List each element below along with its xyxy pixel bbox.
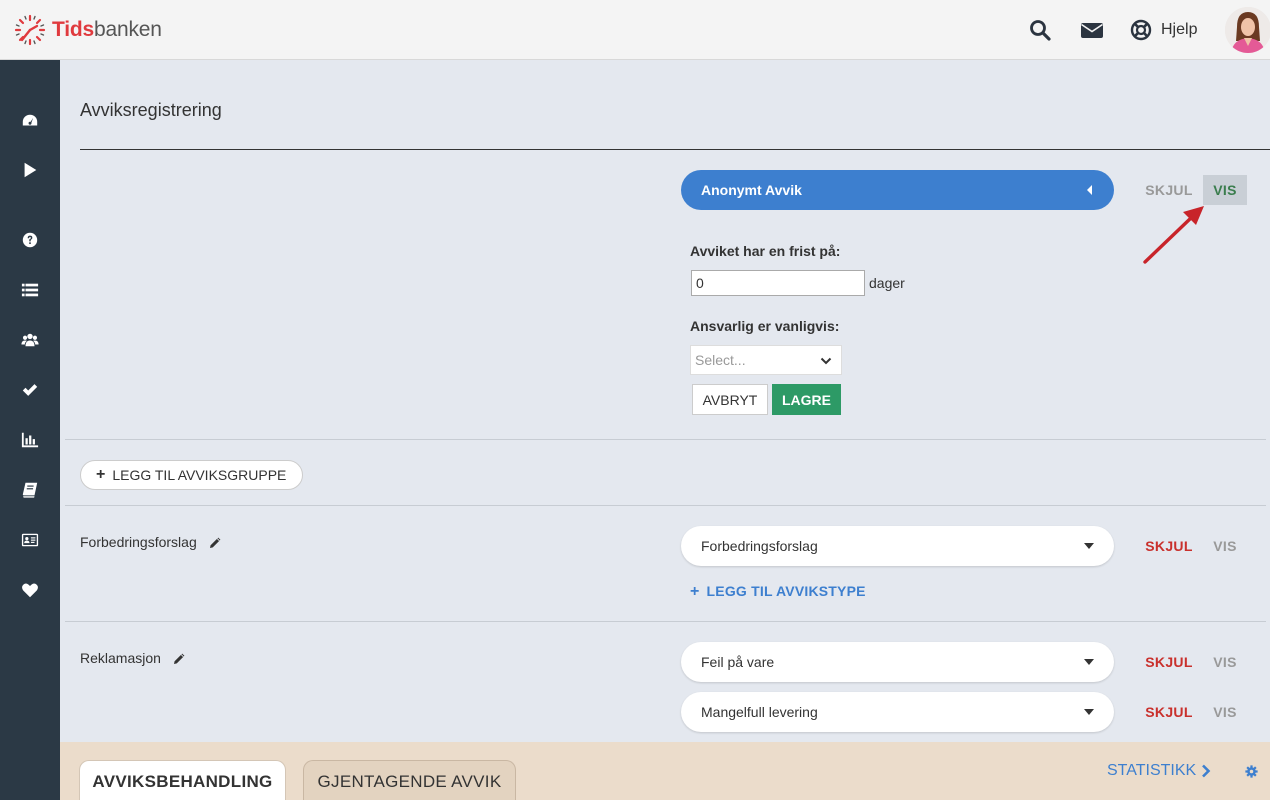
group-name-label: Forbedringsforslag	[80, 534, 197, 550]
avatar[interactable]	[1225, 7, 1270, 53]
deadline-days-input[interactable]	[691, 270, 865, 296]
statistics-label: STATISTIKK	[1107, 762, 1197, 779]
hide-button[interactable]: SKJUL	[1144, 697, 1194, 727]
check-icon[interactable]	[20, 380, 40, 400]
help-link[interactable]: Hjelp	[1130, 18, 1197, 42]
heart-icon[interactable]	[20, 580, 40, 600]
help-label: Hjelp	[1161, 21, 1198, 38]
logo-clock-icon	[14, 14, 46, 46]
tab-recurring-deviations[interactable]: GJENTAGENDE AVVIK	[303, 760, 516, 800]
deviation-type-label: Forbedringsforslag	[701, 538, 818, 554]
caret-down-icon	[1084, 659, 1094, 665]
add-group-label: LEGG TIL AVVIKSGRUPPE	[112, 467, 287, 483]
cancel-button[interactable]: AVBRYT	[692, 384, 768, 415]
show-button[interactable]: VIS	[1203, 647, 1247, 677]
caret-down-icon	[1084, 543, 1094, 549]
section-divider	[65, 621, 1266, 622]
caret-left-icon	[1087, 185, 1092, 195]
title-divider	[80, 149, 1270, 150]
dashboard-icon[interactable]	[20, 111, 40, 131]
hide-button[interactable]: SKJUL	[1144, 647, 1194, 677]
annotation-arrow	[1143, 206, 1204, 264]
plus-icon: +	[690, 583, 700, 600]
caret-down-icon	[1084, 709, 1094, 715]
add-type-link[interactable]: + LEGG TIL AVVIKSTYPE	[690, 583, 866, 601]
deviation-type-dropdown[interactable]: Forbedringsforslag	[681, 526, 1114, 566]
show-button[interactable]: VIS	[1203, 531, 1247, 561]
section-divider	[65, 505, 1266, 506]
anonymous-hide-button[interactable]: SKJUL	[1144, 175, 1194, 205]
anonymous-deviation-label: Anonymt Avvik	[701, 182, 802, 198]
search-icon[interactable]	[1028, 18, 1052, 42]
deviation-type-dropdown[interactable]: Feil på vare	[681, 642, 1114, 682]
users-icon[interactable]	[20, 330, 40, 350]
pencil-icon[interactable]	[209, 536, 222, 549]
top-header: Tidsbanken Hjelp	[0, 0, 1270, 60]
id-card-icon[interactable]	[20, 530, 40, 550]
group-name: Forbedringsforslag	[80, 534, 222, 550]
pencil-icon[interactable]	[173, 652, 186, 665]
brand-name: Tidsbanken	[52, 18, 162, 42]
brand-name-part1: Tids	[52, 18, 94, 41]
plus-icon: +	[96, 466, 106, 483]
statistics-link[interactable]: STATISTIKK	[1107, 762, 1211, 780]
lifebuoy-icon	[1130, 19, 1152, 41]
book-icon[interactable]	[20, 480, 40, 500]
responsible-select[interactable]: Select...	[690, 345, 842, 375]
deadline-unit: dager	[869, 275, 905, 291]
bar-chart-icon[interactable]	[20, 430, 40, 450]
deviation-type-label: Feil på vare	[701, 654, 775, 670]
chevron-down-icon	[820, 357, 832, 365]
deviation-type-dropdown[interactable]: Mangelfull levering	[681, 692, 1114, 732]
responsible-label: Ansvarlig er vanligvis:	[690, 318, 840, 334]
brand-logo[interactable]: Tidsbanken	[14, 14, 162, 46]
group-name: Reklamasjon	[80, 650, 186, 666]
main-content: Avviksregistrering Anonymt Avvik SKJUL V…	[60, 60, 1270, 742]
mail-icon[interactable]	[1080, 18, 1104, 42]
deviation-type-label: Mangelfull levering	[701, 704, 818, 720]
page-title: Avviksregistrering	[80, 100, 222, 120]
section-divider	[65, 439, 1266, 440]
show-button[interactable]: VIS	[1203, 697, 1247, 727]
save-button[interactable]: LAGRE	[772, 384, 841, 415]
sidebar	[0, 60, 60, 800]
hide-button[interactable]: SKJUL	[1144, 531, 1194, 561]
responsible-select-placeholder: Select...	[695, 352, 746, 368]
group-name-label: Reklamasjon	[80, 650, 161, 666]
question-icon[interactable]	[20, 230, 40, 250]
brand-name-part2: banken	[94, 18, 162, 41]
bottom-tab-bar: AVVIKSBEHANDLING GJENTAGENDE AVVIK STATI…	[60, 742, 1270, 800]
deadline-label: Avviket har en frist på:	[690, 243, 841, 259]
gear-icon[interactable]	[1245, 765, 1258, 778]
chevron-right-icon	[1202, 764, 1211, 778]
list-icon[interactable]	[20, 280, 40, 300]
tab-deviation-handling[interactable]: AVVIKSBEHANDLING	[79, 760, 286, 800]
play-icon[interactable]	[20, 160, 40, 180]
anonymous-show-button[interactable]: VIS	[1203, 175, 1247, 205]
add-type-label: LEGG TIL AVVIKSTYPE	[706, 583, 866, 599]
add-group-button[interactable]: + LEGG TIL AVVIKSGRUPPE	[80, 460, 303, 490]
anonymous-deviation-toggle[interactable]: Anonymt Avvik	[681, 170, 1114, 210]
